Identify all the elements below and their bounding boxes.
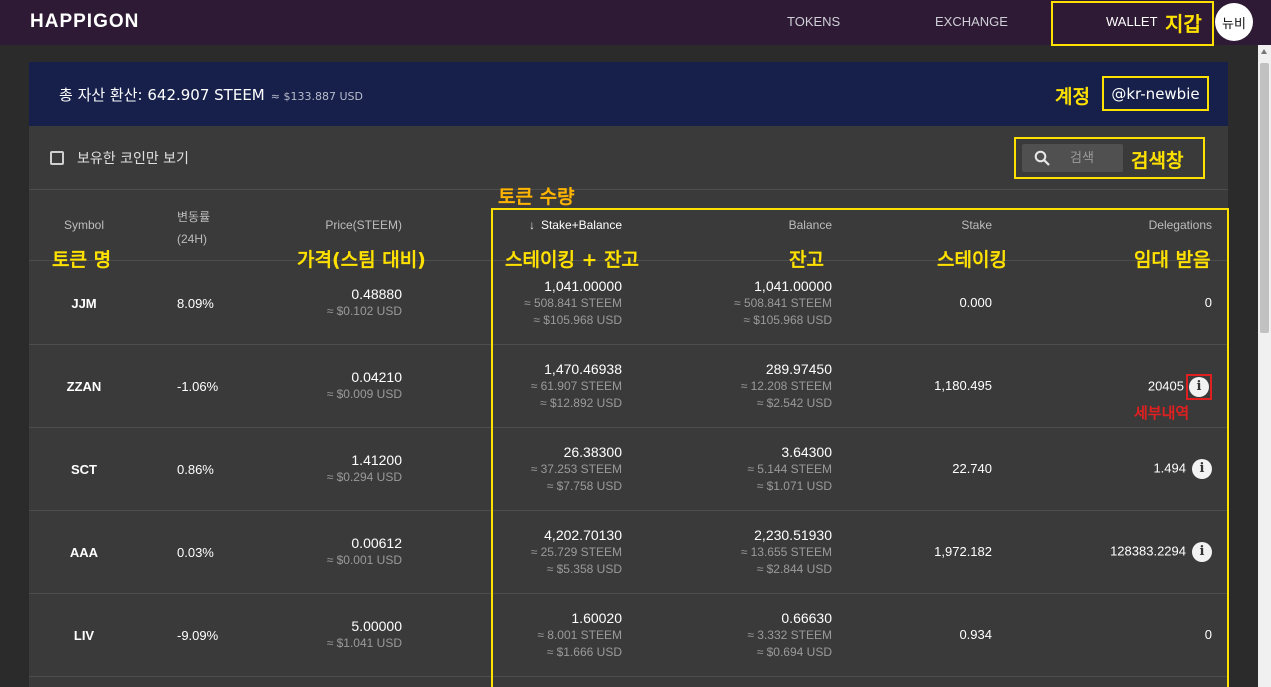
header-change[interactable]: 변동률 (24H) bbox=[177, 208, 210, 246]
token-change: 0.03% bbox=[177, 545, 214, 560]
token-symbol[interactable]: SCT bbox=[29, 462, 139, 477]
header-price[interactable]: Price(STEEM) bbox=[262, 218, 402, 232]
token-symbol[interactable]: AAA bbox=[29, 545, 139, 560]
account-name: @kr-newbie bbox=[1102, 76, 1209, 111]
token-price: 1.41200 ≈ $0.294 USD bbox=[262, 452, 402, 486]
token-symbol[interactable]: JJM bbox=[29, 296, 139, 311]
annotation-stake-balance: 스테이킹 + 잔고 bbox=[505, 249, 640, 271]
price-steem: 0.48880 bbox=[351, 286, 402, 302]
owned-only-label[interactable]: 보유한 코인만 보기 bbox=[77, 148, 189, 168]
annotation-token-name: 토큰 명 bbox=[52, 249, 112, 271]
token-change: -1.06% bbox=[177, 379, 219, 394]
token-price: 0.00612 ≈ $0.001 USD bbox=[262, 535, 402, 569]
search-icon bbox=[1034, 150, 1050, 166]
search-field[interactable] bbox=[1022, 144, 1123, 172]
price-steem: 1.41200 bbox=[351, 452, 402, 468]
nav-exchange[interactable]: EXCHANGE bbox=[935, 14, 1008, 29]
header-change-line2: (24H) bbox=[177, 232, 208, 246]
price-usd: ≈ $0.102 USD bbox=[326, 304, 402, 318]
nav-tokens[interactable]: TOKENS bbox=[787, 14, 840, 29]
annotation-search: 검색창 bbox=[1131, 150, 1184, 172]
header-symbol[interactable]: Symbol bbox=[29, 218, 139, 232]
token-price: 5.00000 ≈ $1.041 USD bbox=[262, 618, 402, 652]
filter-bar: 보유한 코인만 보기 검색창 bbox=[29, 126, 1228, 190]
annotation-delegation: 임대 받음 bbox=[1134, 249, 1211, 271]
scroll-up-arrow-icon[interactable] bbox=[1261, 49, 1267, 54]
price-steem: 0.04210 bbox=[351, 369, 402, 385]
owned-only-checkbox[interactable] bbox=[50, 151, 64, 165]
annotation-price: 가격(스팀 대비) bbox=[297, 249, 426, 271]
scroll-thumb[interactable] bbox=[1260, 63, 1269, 333]
asset-summary: 총 자산 환산: 642.907 STEEM ≈ $133.887 USD 계정 … bbox=[29, 62, 1228, 126]
annotation-token-amount: 토큰 수량 bbox=[498, 186, 575, 208]
price-steem: 0.00612 bbox=[351, 535, 402, 551]
price-usd: ≈ $1.041 USD bbox=[326, 636, 402, 650]
total-assets-steem: 총 자산 환산: 642.907 STEEM bbox=[59, 86, 265, 104]
price-usd: ≈ $0.009 USD bbox=[326, 387, 402, 401]
token-price: 0.48880 ≈ $0.102 USD bbox=[262, 286, 402, 320]
token-symbol[interactable]: LIV bbox=[29, 628, 139, 643]
token-change: 8.09% bbox=[177, 296, 214, 311]
avatar[interactable]: 뉴비 bbox=[1215, 3, 1253, 41]
top-navbar: HAPPIGON TOKENS EXCHANGE WALLET 지갑 뉴비 bbox=[0, 0, 1271, 46]
annotation-account: 계정 bbox=[1055, 86, 1090, 108]
search-annotation-box: 검색창 bbox=[1014, 137, 1205, 179]
total-assets: 총 자산 환산: 642.907 STEEM ≈ $133.887 USD bbox=[59, 84, 363, 105]
price-steem: 5.00000 bbox=[351, 618, 402, 634]
token-price: 0.04210 ≈ $0.009 USD bbox=[262, 369, 402, 403]
app-logo[interactable]: HAPPIGON bbox=[30, 11, 139, 33]
token-symbol[interactable]: ZZAN bbox=[29, 379, 139, 394]
price-usd: ≈ $0.001 USD bbox=[326, 553, 402, 567]
annotation-balance: 잔고 bbox=[789, 249, 824, 271]
header-change-line1: 변동률 bbox=[177, 210, 211, 224]
search-input[interactable] bbox=[1070, 148, 1120, 168]
page-scrollbar[interactable] bbox=[1258, 45, 1271, 687]
annotation-wallet: 지갑 bbox=[1165, 12, 1202, 36]
token-change: 0.86% bbox=[177, 462, 214, 477]
token-amount-annotation-box bbox=[491, 208, 1229, 687]
annotation-staking: 스테이킹 bbox=[937, 249, 1007, 271]
token-change: -9.09% bbox=[177, 628, 219, 643]
total-assets-usd: ≈ $133.887 USD bbox=[270, 90, 363, 103]
price-usd: ≈ $0.294 USD bbox=[326, 470, 402, 484]
